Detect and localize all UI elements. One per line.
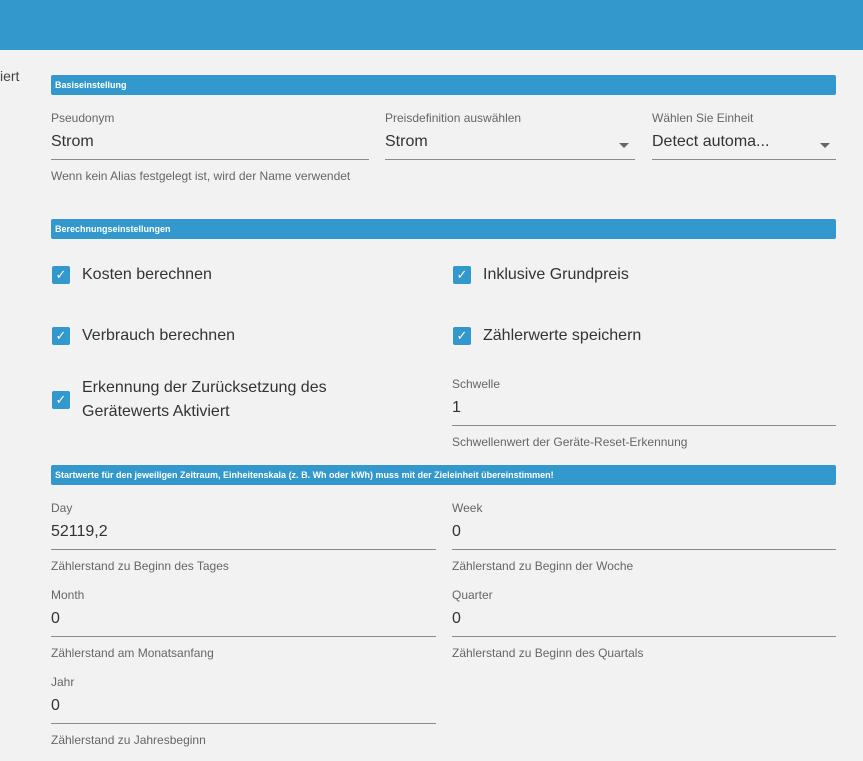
meter-values-checkbox[interactable]: ✓ Zählerwerte speichern [453, 324, 641, 348]
year-label: Jahr [51, 675, 75, 689]
day-label: Day [51, 501, 73, 515]
base-price-checkbox[interactable]: ✓ Inklusive Grundpreis [453, 263, 629, 287]
unit-label: Wählen Sie Einheit [652, 111, 754, 125]
threshold-field[interactable]: Schwelle 1 Schwellenwert der Geräte-Rese… [452, 377, 836, 452]
calc-consumption-label: Verbrauch berechnen [82, 327, 235, 344]
threshold-help: Schwellenwert der Geräte-Reset-Erkennung [452, 435, 688, 449]
calc-consumption-checkbox[interactable]: ✓ Verbrauch berechnen [52, 324, 235, 348]
check-icon[interactable]: ✓ [52, 266, 70, 284]
unit-value[interactable]: Detect automa... [652, 133, 769, 151]
calc-costs-checkbox[interactable]: ✓ Kosten berechnen [52, 263, 212, 287]
reset-detection-label: Erkennung der Zurücksetzung des Gerätewe… [82, 379, 327, 420]
check-icon[interactable]: ✓ [453, 327, 471, 345]
month-input[interactable]: 0 [51, 610, 60, 628]
unit-underline [652, 159, 836, 160]
month-field[interactable]: Month 0 Zählerstand am Monatsanfang [51, 588, 436, 663]
alias-help: Wenn kein Alias festgelegt ist, wird der… [51, 169, 351, 183]
reset-detection-checkbox[interactable]: ✓ Erkennung der Zurücksetzung des Geräte… [52, 376, 352, 424]
month-underline [51, 636, 436, 637]
dropdown-arrow-icon[interactable] [619, 143, 629, 148]
check-icon[interactable]: ✓ [52, 391, 70, 409]
year-input[interactable]: 0 [51, 697, 60, 715]
threshold-underline [452, 425, 836, 426]
alias-underline [51, 159, 369, 160]
day-help: Zählerstand zu Beginn des Tages [51, 559, 229, 573]
year-underline [51, 723, 436, 724]
section-header-calc: Berechnungseinstellungen [51, 219, 836, 239]
week-field[interactable]: Week 0 Zählerstand zu Beginn der Woche [452, 501, 836, 576]
price-underline [385, 159, 635, 160]
alias-field[interactable]: Pseudonym Strom Wenn kein Alias festgele… [51, 111, 369, 201]
week-input[interactable]: 0 [452, 523, 461, 541]
price-value[interactable]: Strom [385, 133, 428, 151]
quarter-help: Zählerstand zu Beginn des Quartals [452, 646, 644, 660]
section-header-basic: Basiseinstellung [51, 75, 836, 95]
price-label: Preisdefinition auswählen [385, 111, 522, 125]
truncated-sidebar-text: iert [0, 68, 20, 84]
day-field[interactable]: Day 52119,2 Zählerstand zu Beginn des Ta… [51, 501, 436, 576]
calc-costs-label: Kosten berechnen [82, 266, 212, 283]
day-input[interactable]: 52119,2 [51, 523, 108, 541]
day-underline [51, 549, 436, 550]
quarter-underline [452, 636, 836, 637]
threshold-label: Schwelle [452, 377, 501, 391]
week-underline [452, 549, 836, 550]
month-label: Month [51, 588, 85, 602]
year-help: Zählerstand zu Jahresbeginn [51, 733, 206, 747]
quarter-input[interactable]: 0 [452, 610, 461, 628]
check-icon[interactable]: ✓ [453, 266, 471, 284]
quarter-label: Quarter [452, 588, 493, 602]
month-help: Zählerstand am Monatsanfang [51, 646, 214, 660]
alias-input[interactable]: Strom [51, 133, 94, 151]
section-header-start: Startwerte für den jeweiligen Zeitraum, … [51, 465, 836, 485]
check-icon[interactable]: ✓ [52, 327, 70, 345]
meter-values-label: Zählerwerte speichern [483, 327, 642, 344]
quarter-field[interactable]: Quarter 0 Zählerstand zu Beginn des Quar… [452, 588, 836, 663]
week-label: Week [452, 501, 483, 515]
dropdown-arrow-icon[interactable] [820, 143, 830, 148]
top-app-bar [0, 0, 863, 50]
year-field[interactable]: Jahr 0 Zählerstand zu Jahresbeginn [51, 675, 436, 750]
alias-label: Pseudonym [51, 111, 115, 125]
week-help: Zählerstand zu Beginn der Woche [452, 559, 634, 573]
unit-select[interactable]: Wählen Sie Einheit Detect automa... [652, 111, 836, 161]
price-select[interactable]: Preisdefinition auswählen Strom [385, 111, 635, 161]
base-price-label: Inklusive Grundpreis [483, 266, 629, 283]
threshold-input[interactable]: 1 [452, 399, 461, 417]
